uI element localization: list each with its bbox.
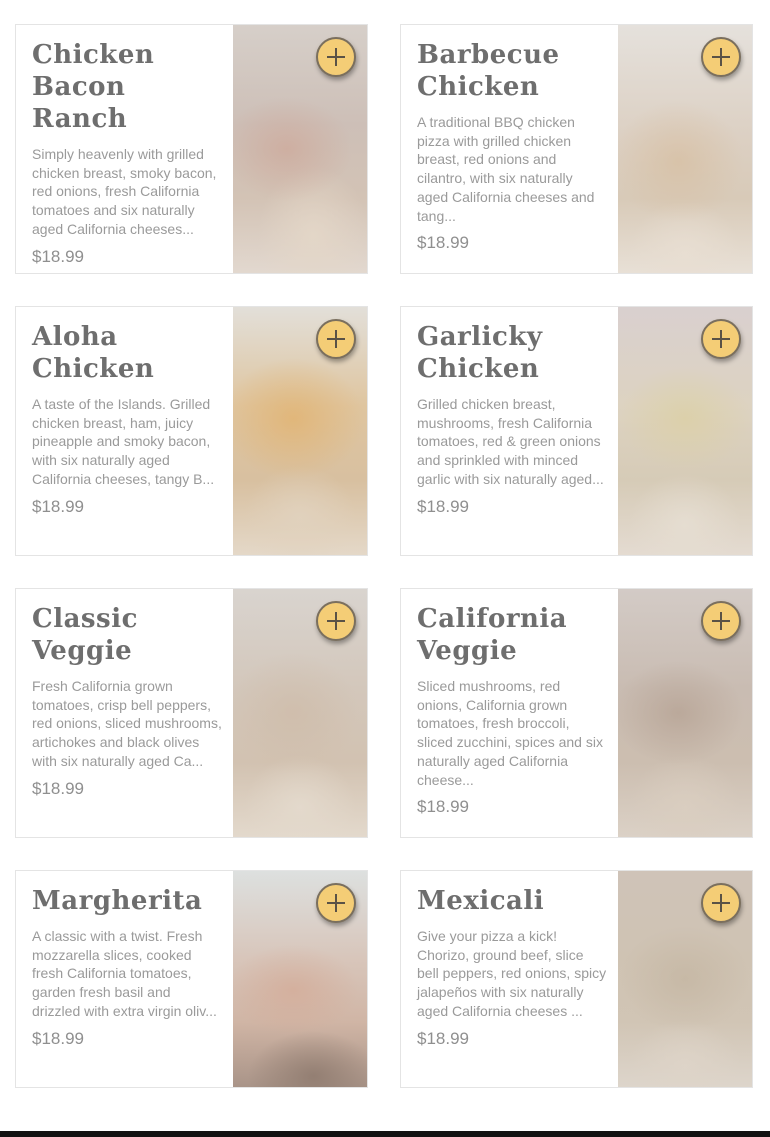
add-to-cart-button[interactable] [701,883,741,923]
menu-item-description: Sliced mushrooms, red onions, California… [417,678,603,788]
menu-item-description: A classic with a twist. Fresh mozzarella… [32,928,217,1019]
menu-item-title: Margherita [32,886,203,916]
menu-item-price: $18.99 [417,233,469,253]
menu-item-card[interactable]: Garlicky Chicken Grilled chicken breast,… [400,306,753,556]
menu-item-description: A traditional BBQ chicken pizza with gri… [417,114,595,224]
plus-icon [327,612,345,630]
menu-item-title: Aloha Chicken [32,322,155,384]
plus-icon [327,48,345,66]
menu-item-description: A taste of the Islands. Grilled chicken … [32,396,215,487]
add-to-cart-button[interactable] [316,37,356,77]
menu-item-price: $18.99 [417,797,469,817]
menu-item-card[interactable]: Barbecue Chicken A traditional BBQ chick… [400,24,753,274]
footer-bar [0,1131,770,1137]
menu-item-price: $18.99 [32,1028,84,1048]
plus-icon [712,894,730,912]
menu-item-description: Simply heavenly with grilled chicken bre… [32,146,217,237]
menu-item-description: Give your pizza a kick! Chorizo, ground … [417,928,607,1019]
add-to-cart-button[interactable] [316,319,356,359]
menu-item-info: Margherita A classic with a twist. Fresh… [32,885,222,1049]
menu-item-title: Chicken Bacon Ranch [32,40,155,134]
add-to-cart-button[interactable] [701,37,741,77]
menu-item-description: Grilled chicken breast, mushrooms, fresh… [417,396,604,487]
menu-item-title: Barbecue Chicken [417,40,560,102]
plus-icon [712,330,730,348]
menu-item-card[interactable]: Classic Veggie Fresh California grown to… [15,588,368,838]
plus-icon [712,612,730,630]
menu-item-title: Garlicky Chicken [417,322,543,384]
menu-item-card[interactable]: Chicken Bacon Ranch Simply heavenly with… [15,24,368,274]
menu-item-card[interactable]: Aloha Chicken A taste of the Islands. Gr… [15,306,368,556]
menu-item-price: $18.99 [32,496,84,516]
menu-item-info: Aloha Chicken A taste of the Islands. Gr… [32,321,222,517]
plus-icon [712,48,730,66]
menu-item-info: Classic Veggie Fresh California grown to… [32,603,222,799]
menu-item-card[interactable]: Margherita A classic with a twist. Fresh… [15,870,368,1088]
add-to-cart-button[interactable] [701,319,741,359]
menu-item-info: California Veggie Sliced mushrooms, red … [417,603,607,817]
menu-item-title: Classic Veggie [32,604,138,666]
menu-item-title: California Veggie [417,604,568,666]
menu-item-price: $18.99 [417,1028,469,1048]
menu-item-info: Barbecue Chicken A traditional BBQ chick… [417,39,607,253]
menu-item-description: Fresh California grown tomatoes, crisp b… [32,678,222,769]
menu-item-info: Chicken Bacon Ranch Simply heavenly with… [32,39,222,267]
plus-icon [327,330,345,348]
menu-item-info: Garlicky Chicken Grilled chicken breast,… [417,321,607,517]
add-to-cart-button[interactable] [316,883,356,923]
add-to-cart-button[interactable] [316,601,356,641]
menu-item-price: $18.99 [32,246,84,266]
plus-icon [327,894,345,912]
menu-item-price: $18.99 [417,496,469,516]
menu-item-card[interactable]: California Veggie Sliced mushrooms, red … [400,588,753,838]
menu-item-title: Mexicali [417,886,545,916]
menu-item-price: $18.99 [32,778,84,798]
add-to-cart-button[interactable] [701,601,741,641]
menu-item-info: Mexicali Give your pizza a kick! Chorizo… [417,885,607,1049]
menu-item-card[interactable]: Mexicali Give your pizza a kick! Chorizo… [400,870,753,1088]
